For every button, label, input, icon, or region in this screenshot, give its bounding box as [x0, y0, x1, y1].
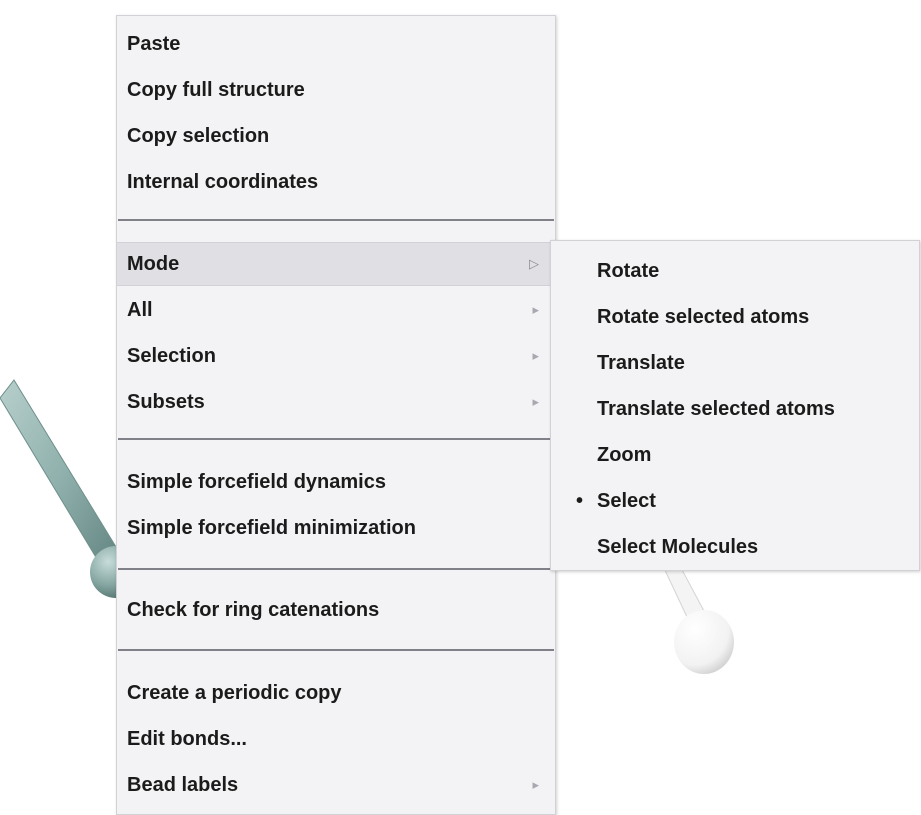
submenu-item-label: Translate selected atoms: [597, 398, 835, 420]
submenu-item-select-molecules[interactable]: Select Molecules: [551, 524, 919, 570]
mode-submenu: Rotate Rotate selected atoms Translate T…: [550, 240, 920, 571]
menu-item-label: Mode: [127, 253, 180, 275]
menu-item-label: Subsets: [127, 391, 205, 413]
menu-item-internal-coordinates[interactable]: Internal coordinates: [117, 160, 555, 204]
triangle-right-icon: ▷: [529, 256, 539, 271]
menu-item-label: Selection: [127, 345, 216, 367]
menu-item-label: Create a periodic copy: [127, 682, 342, 704]
menu-item-edit-bonds[interactable]: Edit bonds...: [117, 717, 555, 761]
menu-item-check-ring-catenations[interactable]: Check for ring catenations: [117, 588, 555, 632]
menu-item-label: Bead labels: [127, 774, 239, 796]
menu-item-label: All: [127, 299, 153, 321]
menu-item-mode[interactable]: Mode ▷: [117, 242, 555, 286]
menu-separator: [118, 649, 554, 651]
menu-item-simple-forcefield-dynamics[interactable]: Simple forcefield dynamics: [117, 460, 555, 504]
triangle-right-icon: ▸: [532, 348, 539, 363]
submenu-item-rotate-selected-atoms[interactable]: Rotate selected atoms: [551, 294, 919, 340]
menu-item-label: Copy full structure: [127, 79, 305, 101]
menu-separator: [118, 438, 554, 440]
menu-item-all[interactable]: All ▸: [117, 288, 555, 332]
submenu-item-label: Select Molecules: [597, 536, 759, 558]
menu-item-label: Simple forcefield dynamics: [127, 471, 386, 493]
radio-bullet-icon: •: [576, 490, 584, 512]
menu-item-subsets[interactable]: Subsets ▸: [117, 380, 555, 424]
triangle-right-icon: ▸: [532, 394, 539, 409]
menu-item-paste[interactable]: Paste: [117, 22, 555, 66]
menu-item-copy-selection[interactable]: Copy selection: [117, 114, 555, 158]
submenu-item-translate[interactable]: Translate: [551, 340, 919, 386]
menu-item-label: Check for ring catenations: [127, 599, 380, 621]
menu-item-selection[interactable]: Selection ▸: [117, 334, 555, 378]
context-menu: Paste Copy full structure Copy selection…: [116, 15, 556, 815]
triangle-right-icon: ▸: [532, 777, 539, 792]
menu-separator: [118, 219, 554, 221]
submenu-item-label: Select: [597, 490, 656, 512]
triangle-right-icon: ▸: [532, 302, 539, 317]
menu-item-label: Internal coordinates: [127, 171, 319, 193]
submenu-item-translate-selected-atoms[interactable]: Translate selected atoms: [551, 386, 919, 432]
menu-item-label: Paste: [127, 33, 181, 55]
submenu-item-rotate[interactable]: Rotate: [551, 248, 919, 294]
menu-item-label: Copy selection: [127, 125, 270, 147]
menu-item-label: Edit bonds...: [127, 728, 247, 750]
submenu-item-label: Rotate: [597, 260, 660, 282]
menu-item-copy-full-structure[interactable]: Copy full structure: [117, 68, 555, 112]
menu-item-create-periodic-copy[interactable]: Create a periodic copy: [117, 671, 555, 715]
menu-item-label: Simple forcefield minimization: [127, 517, 416, 539]
teal-bond: [0, 379, 125, 575]
menu-separator: [118, 568, 554, 570]
submenu-item-label: Translate: [597, 352, 685, 374]
menu-item-bead-labels[interactable]: Bead labels ▸: [117, 763, 555, 807]
submenu-item-zoom[interactable]: Zoom: [551, 432, 919, 478]
white-atom: [674, 610, 734, 674]
menu-item-simple-forcefield-minimization[interactable]: Simple forcefield minimization: [117, 506, 555, 550]
submenu-item-label: Rotate selected atoms: [597, 306, 810, 328]
submenu-item-label: Zoom: [597, 444, 652, 466]
submenu-item-select[interactable]: • Select: [551, 478, 919, 524]
